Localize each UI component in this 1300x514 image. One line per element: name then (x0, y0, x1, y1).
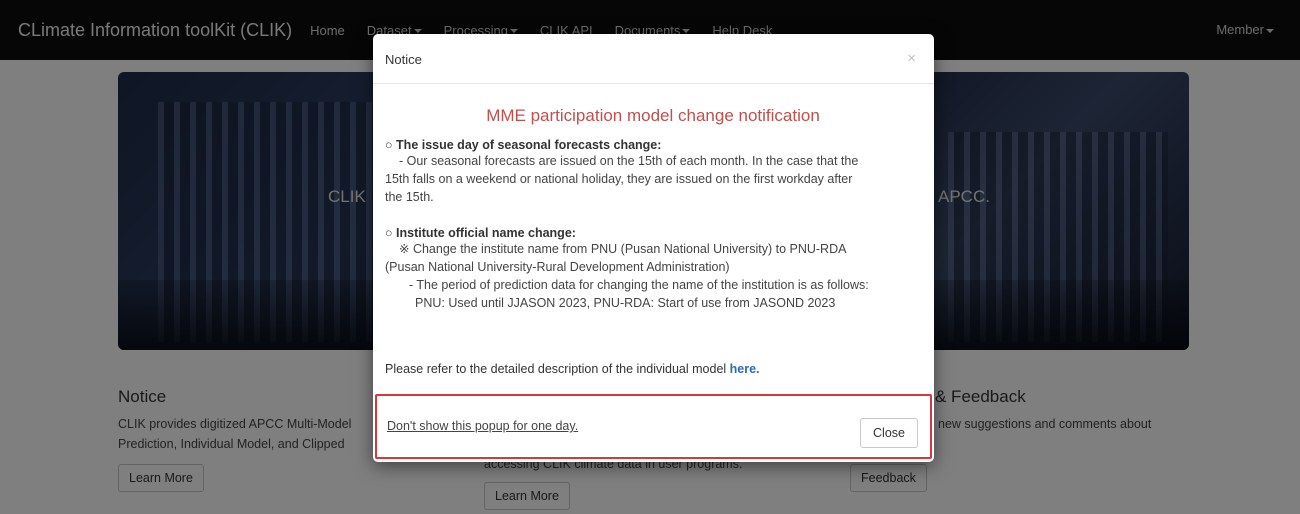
section-institute-title: ○ Institute official name change: (385, 226, 921, 240)
section-institute-line: ※ Change the institute name from PNU (Pu… (399, 242, 847, 256)
here-link[interactable]: here. (730, 362, 760, 376)
circle-bullet-icon: ○ (385, 226, 393, 240)
section-institute-line: (Pusan National University-Rural Develop… (385, 260, 730, 274)
section-issue-day-title-text: The issue day of seasonal forecasts chan… (396, 138, 662, 152)
section-issue-day-line: the 15th. (385, 190, 434, 204)
close-button[interactable]: Close (860, 418, 918, 448)
modal-header: Notice × (373, 34, 934, 84)
section-institute-line: PNU: Used until JJASON 2023, PNU-RDA: St… (415, 296, 836, 310)
section-institute-title-text: Institute official name change: (396, 226, 576, 240)
notice-heading: MME participation model change notificat… (486, 106, 820, 125)
close-icon[interactable]: × (907, 50, 916, 67)
modal-footer: Don't show this popup for one day. Close (375, 394, 932, 459)
modal-title: Notice (385, 52, 422, 67)
circle-bullet-icon: ○ (385, 138, 393, 152)
dont-show-link[interactable]: Don't show this popup for one day. (387, 419, 578, 433)
modal-body: MME participation model change notificat… (385, 84, 921, 312)
refer-text: Please refer to the detailed description… (385, 362, 760, 376)
notice-modal: Notice × MME participation model change … (373, 34, 934, 462)
section-issue-day-title: ○ The issue day of seasonal forecasts ch… (385, 138, 921, 152)
section-institute-line: - The period of prediction data for chan… (409, 278, 869, 292)
refer-text-label: Please refer to the detailed description… (385, 362, 730, 376)
section-issue-day-line: - Our seasonal forecasts are issued on t… (399, 154, 859, 168)
section-issue-day-line: 15th falls on a weekend or national holi… (385, 172, 853, 186)
